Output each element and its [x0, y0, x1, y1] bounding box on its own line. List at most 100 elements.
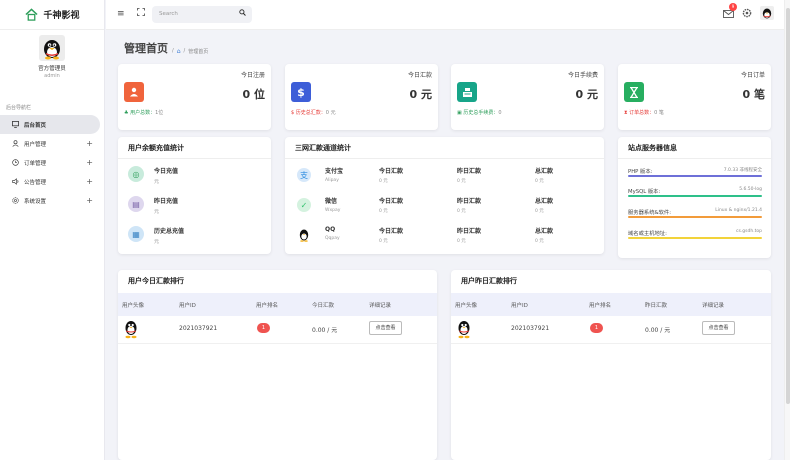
info-key: MySQL 版本: — [628, 189, 661, 195]
mail-icon[interactable]: 9 — [722, 3, 737, 19]
scrollbar-thumb[interactable] — [786, 8, 790, 404]
stat-footer-value: 0 — [498, 110, 502, 116]
panel-title: 三网汇款通道统计 — [295, 144, 351, 152]
sidebar-item-orders[interactable]: 订单管理 + — [0, 153, 104, 172]
divider — [285, 158, 604, 159]
stat-footer: ♣ 用户总数：1位 — [124, 109, 163, 116]
avatar[interactable] — [39, 35, 65, 61]
info-value: cs.gsdh.top — [736, 229, 762, 234]
nav-title: 后台导航栏 — [6, 105, 32, 111]
profile-name: 官方管理员 — [38, 66, 66, 72]
dollar-icon: $ — [291, 82, 311, 102]
stat-footer: $ 历史总汇款：0 元 — [291, 109, 336, 116]
col-total-label: 总汇款 — [535, 198, 554, 205]
view-detail-button[interactable]: 点击查看 — [369, 321, 402, 335]
table-row: 支 支付宝 Alipay 今日汇款 0 元 昨日汇款 0 元 总汇款 0 元 — [297, 166, 557, 190]
info-row: 服务器系统&软件: Linux & nginx/1.21.4 — [628, 208, 762, 226]
stat-footer-value: 0 元 — [325, 110, 336, 116]
th-avatar: 用户头像 — [122, 303, 145, 309]
sidebar-item-label: 订单管理 — [24, 160, 47, 167]
page-title: 管理首页 — [124, 42, 168, 55]
col-today-label: 今日汇款 — [379, 198, 404, 205]
stat-label: 今日汇款 — [407, 72, 432, 79]
search-box[interactable]: Search — [152, 6, 252, 23]
info-value: 5.6.50-log — [739, 187, 762, 192]
search-icon[interactable] — [239, 9, 246, 18]
stat-label: 今日手续费 — [567, 72, 598, 79]
col-yesterday-value: 0 元 — [457, 209, 466, 214]
menu-toggle-icon[interactable]: ≡ — [117, 9, 125, 19]
info-value: Linux & nginx/1.21.4 — [715, 208, 762, 213]
user-avatar-icon[interactable] — [760, 6, 774, 20]
scrollbar[interactable] — [784, 0, 790, 460]
col-yesterday-label: 昨日汇款 — [457, 198, 482, 205]
divider — [118, 158, 271, 159]
home-icon[interactable]: ⌂ — [177, 48, 181, 55]
expand-plus-icon[interactable]: + — [86, 139, 93, 148]
channel-code: Alipay — [325, 178, 339, 183]
panel-title: 站点服务器信息 — [628, 144, 677, 152]
sidebar-item-settings[interactable]: 系统设置 + — [0, 191, 104, 210]
gear-icon — [12, 197, 20, 204]
th-amount: 今日汇款 — [312, 303, 335, 309]
expand-plus-icon[interactable]: + — [86, 177, 93, 186]
col-yesterday-value: 0 元 — [457, 179, 466, 184]
stat-card-registrations: 今日注册 0 位 ♣ 用户总数：1位 — [118, 64, 271, 130]
brand[interactable]: 千神影视 — [0, 0, 104, 30]
col-today-label: 今日汇款 — [379, 168, 404, 175]
qq-avatar-icon — [123, 319, 139, 339]
sidebar-item-home[interactable]: 后台首页 — [0, 115, 100, 134]
expand-plus-icon[interactable]: + — [86, 196, 93, 205]
page-header: 管理首页 / ⌂ / 管理首页 — [124, 40, 208, 56]
recharge-icon: ◎ — [128, 166, 144, 182]
site-info-panel: 站点服务器信息 PHP 版本: 7.0.33 非线程安全 MySQL 版本: 5… — [618, 137, 771, 258]
history-icon: ▦ — [128, 226, 144, 242]
profile-role: admin — [44, 73, 60, 79]
col-today-label: 今日汇款 — [379, 228, 404, 235]
cash-register-icon — [457, 82, 477, 102]
register-small-icon: ▣ — [457, 110, 462, 116]
brand-name: 千神影视 — [43, 11, 80, 21]
col-today-value: 0 元 — [379, 209, 388, 214]
dollar-small-icon: $ — [291, 110, 295, 116]
sidebar: 千神影视 官方管理员 admin 后台导航栏 后台首页 用户管理 + 订单管理 … — [0, 0, 105, 460]
col-total-value: 0 元 — [535, 209, 544, 214]
info-bar — [628, 237, 762, 239]
th-userid: 用户ID — [511, 303, 528, 309]
stat-value: 0 元 — [575, 88, 598, 101]
search-input[interactable]: Search — [159, 11, 178, 17]
qq-penguin-icon — [297, 228, 311, 242]
table-row: 2021037921 1 0.00 / 元 点击查看 — [118, 316, 437, 344]
settings-gear-icon[interactable] — [741, 7, 753, 19]
rank-badge: 1 — [590, 323, 603, 333]
info-row: 域名或主机地址: cs.gsdh.top — [628, 229, 762, 247]
hourglass-small-icon: ⧗ — [624, 110, 628, 116]
house-logo-icon — [24, 8, 38, 22]
table-row: 2021037921 1 0.00 / 元 点击查看 — [451, 316, 771, 344]
sidebar-item-users[interactable]: 用户管理 + — [0, 134, 104, 153]
user-icon — [12, 140, 20, 147]
channel-name: 支付宝 — [325, 168, 344, 175]
stat-footer-label: 订单总数： — [629, 110, 655, 116]
breadcrumb: / ⌂ / 管理首页 — [172, 48, 208, 55]
table-header: 用户头像 用户ID 用户排名 今日汇款 详细记录 — [118, 293, 437, 316]
col-total-label: 总汇款 — [535, 228, 554, 235]
view-detail-button[interactable]: 点击查看 — [702, 321, 735, 335]
expand-plus-icon[interactable]: + — [86, 158, 93, 167]
cell-amount: 0.00 / 元 — [645, 327, 671, 334]
cell-amount: 0.00 / 元 — [312, 327, 338, 334]
recharge-panel: 用户余额充值统计 ◎ 今日充值元 ▤ 昨日充值元 ▦ 历史总充值元 — [118, 137, 271, 254]
sidebar-item-notices[interactable]: 公告管理 + — [0, 172, 104, 191]
fullscreen-icon[interactable] — [137, 8, 145, 19]
stat-label: 今日订单 — [740, 72, 765, 79]
notification-badge: 9 — [729, 3, 737, 11]
qq-avatar-icon — [456, 319, 472, 339]
col-yesterday-label: 昨日汇款 — [457, 228, 482, 235]
stat-label: 今日注册 — [240, 72, 265, 79]
recharge-value: 元 — [154, 209, 160, 215]
info-row: PHP 版本: 7.0.33 非线程安全 — [628, 167, 762, 185]
stat-footer-label: 用户总数： — [130, 110, 156, 116]
info-key: 服务器系统&软件: — [628, 210, 671, 216]
stat-card-fees: 今日手续费 0 元 ▣ 历史总手续费：0 — [451, 64, 604, 130]
profile: 官方管理员 admin — [0, 30, 104, 90]
